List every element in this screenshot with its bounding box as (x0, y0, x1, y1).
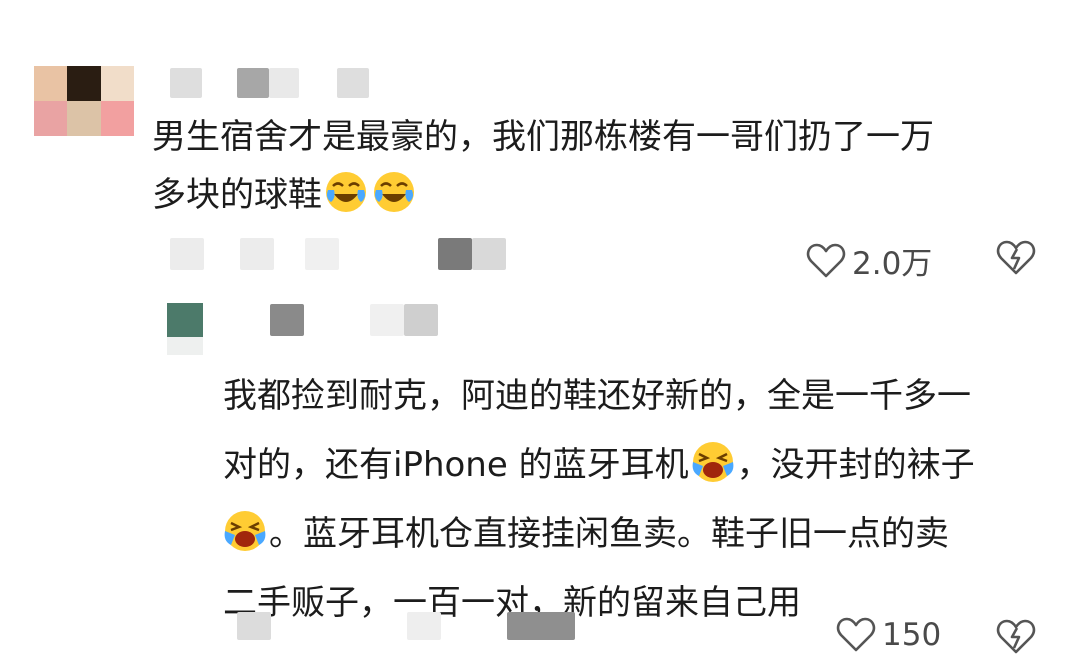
reply-line-2: 对的，还有iPhone 的蓝牙耳机 ，没开封的袜子 (223, 431, 975, 500)
reply-text: 我都捡到耐克，阿迪的鞋还好新的，全是一千多一 对的，还有iPhone 的蓝牙耳机… (223, 362, 975, 638)
reply-dislike-button[interactable] (996, 618, 1036, 660)
like-button[interactable]: 2.0万 (806, 238, 932, 283)
comment-line-2: 多块的球鞋 (152, 166, 934, 224)
comment-line-2-text: 多块的球鞋 (152, 175, 322, 215)
reply-meta-redacted (235, 612, 585, 642)
broken-heart-icon (996, 240, 1036, 275)
reply-avatar[interactable] (167, 303, 205, 355)
reply-username-redacted[interactable] (265, 304, 445, 338)
like-count: 2.0万 (852, 246, 933, 282)
reply-line-2a: 对的，还有iPhone 的蓝牙耳机 (223, 445, 689, 485)
comment-text: 男生宿舍才是最豪的，我们那栋楼有一哥们扔了一万 多块的球鞋 (152, 108, 934, 224)
reply-line-1: 我都捡到耐克，阿迪的鞋还好新的，全是一千多一 (223, 376, 971, 416)
reply-line-3: 。蓝牙耳机仓直接挂闲鱼卖。鞋子旧一点的卖 (223, 500, 975, 569)
crying-laughing-emoji (326, 172, 366, 212)
reply-line-3-text: 。蓝牙耳机仓直接挂闲鱼卖。鞋子旧一点的卖 (269, 514, 949, 554)
bawling-emoji (692, 442, 733, 482)
crying-laughing-emoji (374, 172, 414, 212)
reply-like-button[interactable]: 150 (836, 616, 941, 654)
reply-line-2b: ，没开封的袜子 (736, 445, 975, 485)
dislike-button[interactable] (996, 239, 1036, 281)
bawling-emoji (224, 511, 266, 551)
username-redacted[interactable] (165, 68, 375, 100)
comment-meta-redacted (165, 238, 515, 272)
broken-heart-icon (996, 619, 1036, 654)
comment-line-1: 男生宿舍才是最豪的，我们那栋楼有一哥们扔了一万 (152, 117, 934, 157)
heart-outline-icon (836, 617, 876, 652)
avatar[interactable] (34, 66, 134, 136)
heart-outline-icon (806, 243, 846, 277)
reply-like-count: 150 (882, 617, 942, 653)
